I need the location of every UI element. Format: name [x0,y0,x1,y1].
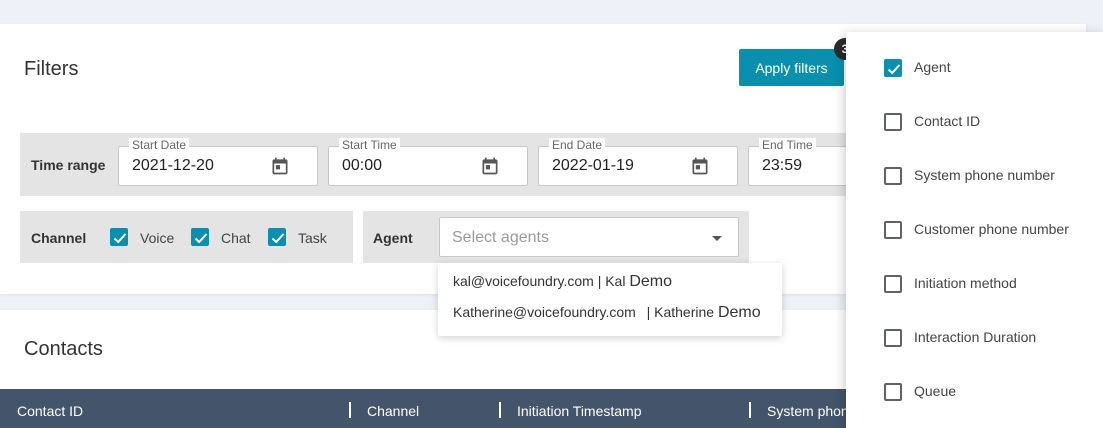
agent-email: kal@voicefoundry.com [453,273,594,289]
column-header-initiation-timestamp[interactable]: Initiation Timestamp [517,403,642,419]
column-resize-handle[interactable] [349,402,351,418]
voice-label: Voice [140,230,175,246]
contacts-title: Contacts [24,338,103,360]
column-option-interaction-duration[interactable]: Interaction Duration [846,311,1103,365]
column-header-channel[interactable]: Channel [367,403,419,419]
agent-filter-label: Agent [373,230,413,246]
agent-first-name: | Kal [597,273,626,289]
initiation-method-column-checkbox[interactable] [884,275,902,293]
column-option-label: Interaction Duration [914,329,1037,345]
column-resize-handle[interactable] [499,402,501,418]
contact-id-column-checkbox[interactable] [884,113,902,131]
agent-dropdown: kal@voicefoundry.com | Kal Demo Katherin… [438,263,782,336]
start-time-field[interactable]: Start Time 00:00 [328,138,528,186]
agent-option[interactable]: Katherine@voicefoundry.com | Katherine D… [453,304,761,322]
end-date-field[interactable]: End Date 2022-01-19 [538,138,738,186]
start-time-label: Start Time [339,138,400,152]
column-option-label: Contact ID [914,113,981,129]
task-label: Task [298,230,327,246]
column-option-label: Initiation method [914,275,1017,291]
task-checkbox[interactable] [268,228,286,246]
end-time-label: End Time [759,138,816,152]
agent-last-name: Demo [717,304,761,321]
column-option-initiation-method[interactable]: Initiation method [846,257,1103,311]
start-date-field[interactable]: Start Date 2021-12-20 [118,138,318,186]
column-option-customer-phone[interactable]: Customer phone number [846,203,1103,257]
end-time-field[interactable]: End Time 23:59 [748,138,858,186]
start-date-label: Start Date [129,138,190,152]
agent-select-placeholder: Select agents [452,229,549,246]
end-time-value: 23:59 [762,157,803,174]
interaction-duration-column-checkbox[interactable] [884,329,902,347]
checkmark-icon [271,233,285,244]
checkmark-icon [887,64,901,75]
dropdown-arrow-icon[interactable] [712,236,722,241]
agent-option[interactable]: kal@voicefoundry.com | Kal Demo [453,273,672,291]
column-header-system-phone[interactable]: System phon [767,403,849,419]
filters-title: Filters [24,58,79,80]
checkmark-icon [113,233,127,244]
checkmark-icon [194,233,208,244]
column-option-label: Queue [914,383,957,399]
customer-phone-column-checkbox[interactable] [884,221,902,239]
column-chooser-panel: Agent Contact ID System phone number Cus… [846,32,1103,428]
chat-checkbox[interactable] [191,228,209,246]
channel-label: Channel [31,230,87,246]
agent-column-checkbox[interactable] [884,59,902,77]
column-option-contact-id[interactable]: Contact ID [846,95,1103,149]
agent-last-name: Demo [629,273,673,290]
column-option-system-phone[interactable]: System phone number [846,149,1103,203]
start-time-value: 00:00 [342,157,383,174]
calendar-icon[interactable] [690,156,710,176]
column-option-label: Customer phone number [914,221,1069,237]
chat-label: Chat [221,230,251,246]
voice-checkbox[interactable] [110,228,128,246]
agent-email: Katherine@voicefoundry.com [453,304,636,320]
calendar-icon[interactable] [270,156,290,176]
column-header-contact-id[interactable]: Contact ID [17,403,83,419]
column-option-agent[interactable]: Agent [846,41,1103,95]
end-date-value: 2022-01-19 [552,157,634,174]
apply-filters-button[interactable]: Apply filters [739,49,844,86]
queue-column-checkbox[interactable] [884,383,902,401]
agent-first-name: | Katherine [646,304,715,320]
end-date-label: End Date [549,138,606,152]
column-resize-handle[interactable] [749,402,751,418]
start-date-value: 2021-12-20 [132,157,214,174]
time-range-label: Time range [31,157,106,173]
agent-select[interactable]: Select agents [439,217,739,257]
system-phone-column-checkbox[interactable] [884,167,902,185]
column-option-queue[interactable]: Queue [846,365,1103,419]
column-option-label: Agent [914,59,951,75]
column-option-label: System phone number [914,167,1055,183]
calendar-icon[interactable] [480,156,500,176]
